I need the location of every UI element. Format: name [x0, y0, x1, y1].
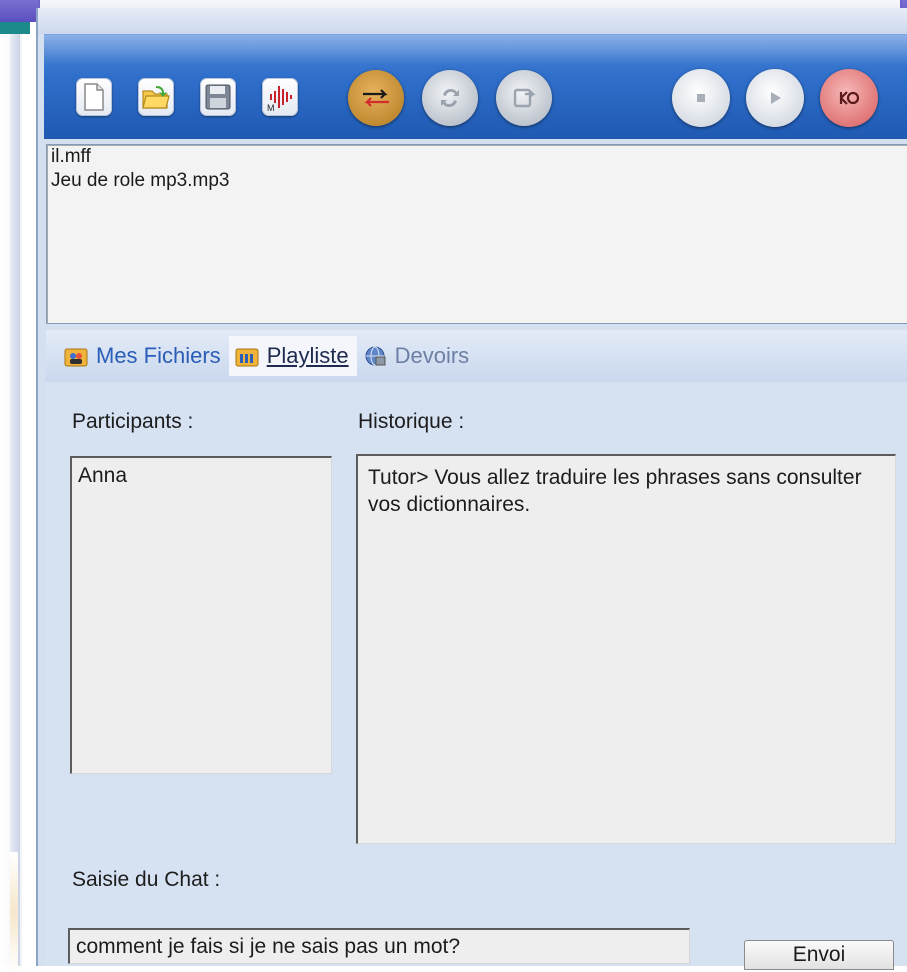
- open-folder-icon: [142, 86, 170, 109]
- open-folder-button[interactable]: [138, 78, 174, 116]
- history-box[interactable]: Tutor> Vous allez traduire les phrases s…: [356, 454, 896, 844]
- users-folder-icon: [64, 348, 88, 367]
- repeat-icon: [441, 88, 459, 108]
- new-file-button[interactable]: [76, 78, 112, 116]
- playlist-folder-icon: [235, 348, 259, 367]
- export-button[interactable]: [496, 70, 552, 126]
- play-button[interactable]: [746, 69, 804, 127]
- chat-input[interactable]: [68, 928, 690, 964]
- svg-text:M: M: [267, 103, 275, 112]
- export-icon: [513, 88, 536, 108]
- homework-globe-icon: [365, 346, 386, 366]
- swap-arrows-icon: [363, 89, 389, 107]
- tab-playliste[interactable]: Playliste: [228, 336, 357, 376]
- teal-accent: [0, 22, 30, 34]
- repeat-button[interactable]: [422, 70, 478, 126]
- audio-wave-button[interactable]: M: [262, 78, 298, 116]
- exchange-button[interactable]: [348, 70, 404, 126]
- file-list-item[interactable]: il.mff: [47, 145, 907, 169]
- chat-input-label: Saisie du Chat :: [72, 868, 221, 891]
- toolbar: M: [44, 34, 907, 139]
- app-title-band: [38, 8, 907, 34]
- audio-waveform-icon: M: [267, 86, 292, 112]
- new-document-icon: [84, 83, 104, 111]
- floppy-save-icon: [205, 84, 231, 110]
- file-list[interactable]: il.mff Jeu de role mp3.mp3: [46, 144, 907, 324]
- record-icon: [839, 91, 860, 105]
- save-button[interactable]: [200, 78, 236, 116]
- tab-label: Devoirs: [394, 343, 470, 368]
- history-label: Historique :: [358, 410, 465, 433]
- file-list-item[interactable]: Jeu de role mp3.mp3: [47, 169, 907, 193]
- left-stripe: [10, 34, 20, 966]
- history-message: Tutor> Vous allez traduire les phrases s…: [368, 466, 862, 516]
- tab-label: Mes Fichiers: [96, 343, 221, 368]
- participants-list[interactable]: Anna: [70, 456, 332, 774]
- participants-label: Participants :: [72, 410, 194, 433]
- chat-panel: Participants : Historique : Anna Tutor> …: [46, 382, 907, 970]
- tab-label: Playliste: [266, 343, 349, 368]
- stop-button[interactable]: [672, 69, 730, 127]
- left-edge-bar: [0, 22, 30, 972]
- record-button[interactable]: [820, 69, 878, 127]
- participant-item[interactable]: Anna: [72, 458, 331, 494]
- stop-icon: [697, 94, 705, 102]
- tab-strip: Mes Fichiers Playliste Devoirs: [46, 330, 907, 382]
- tab-mes-fichiers[interactable]: Mes Fichiers: [58, 336, 229, 376]
- tab-devoirs[interactable]: Devoirs: [357, 336, 478, 376]
- app-window: M il.mff Jeu de role mp3.mp3 Mes Fichier…: [36, 8, 907, 970]
- play-icon: [771, 92, 781, 104]
- left-orange-accent: [10, 852, 18, 972]
